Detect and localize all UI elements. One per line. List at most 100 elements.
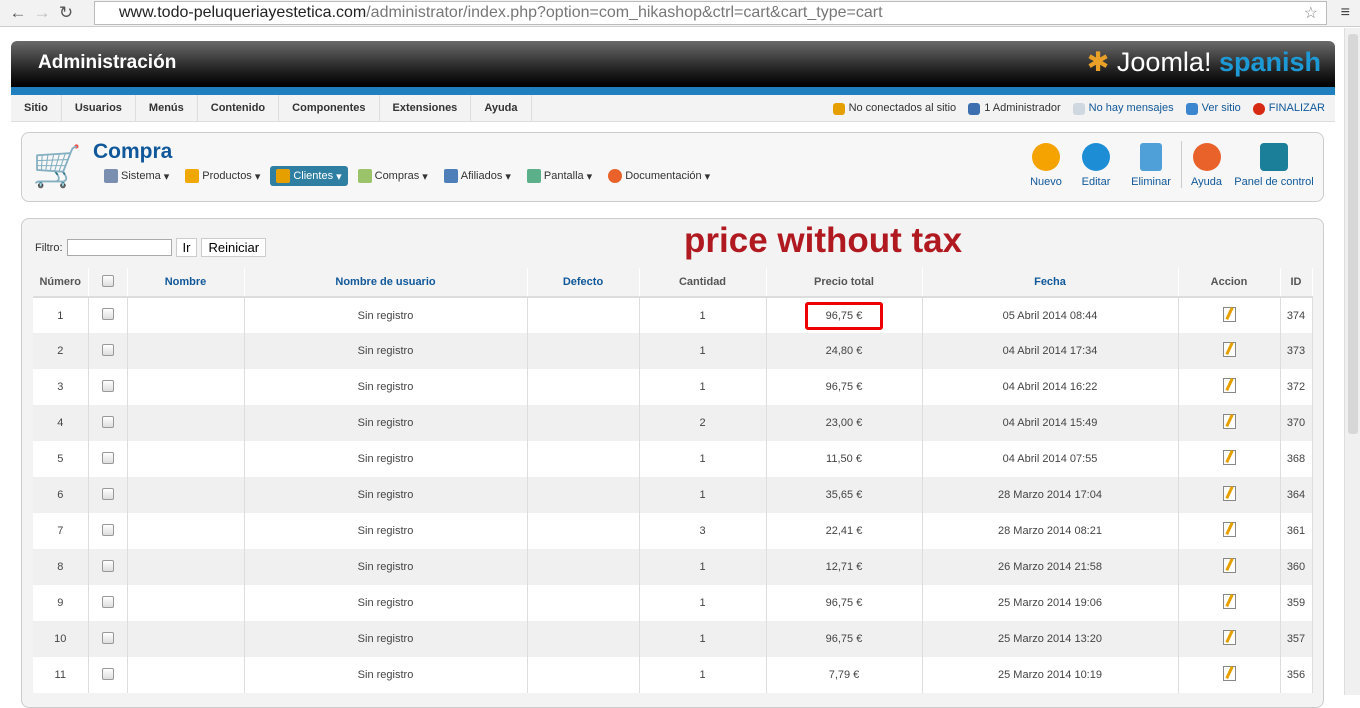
row-usuario: Sin registro <box>244 621 528 657</box>
row-checkbox[interactable] <box>101 559 114 572</box>
row-number: 5 <box>33 441 89 477</box>
admin-header: Administración ✱ Joomla! spanish <box>11 41 1335 95</box>
row-select[interactable] <box>88 441 128 477</box>
url-path: /administrator/index.php?option=com_hika… <box>366 4 883 21</box>
col-defecto[interactable]: Defecto <box>527 268 640 298</box>
new-label: Nuevo <box>1030 176 1062 188</box>
status-messages[interactable]: No hay mensajes <box>1072 102 1174 115</box>
edit-icon[interactable] <box>1222 594 1236 609</box>
row-select[interactable] <box>88 657 128 693</box>
select-all-checkbox[interactable] <box>101 274 114 287</box>
browser-toolbar: ← → ↻ www.todo-peluqueriayestetica.com/a… <box>0 0 1360 27</box>
edit-icon[interactable] <box>1222 342 1236 357</box>
submenu-documentacion[interactable]: Documentación ▾ <box>602 166 716 186</box>
menu-usuarios[interactable]: Usuarios <box>62 94 136 122</box>
scrollbar[interactable] <box>1344 28 1360 695</box>
filter-go-button[interactable]: Ir <box>175 238 198 257</box>
col-nombre[interactable]: Nombre <box>127 268 245 298</box>
logo-text: Joomla! <box>1116 47 1212 77</box>
edit-icon[interactable] <box>1222 486 1236 501</box>
submenu-sistema[interactable]: Sistema ▾ <box>98 166 175 186</box>
reload-icon[interactable]: ↻ <box>54 3 78 23</box>
edit-icon[interactable] <box>1222 414 1236 429</box>
edit-icon[interactable] <box>1222 558 1236 573</box>
row-checkbox[interactable] <box>101 523 114 536</box>
submenu-label: Compras <box>374 170 420 182</box>
row-checkbox[interactable] <box>101 451 114 464</box>
delete-button[interactable]: Eliminar <box>1121 141 1181 188</box>
row-select[interactable] <box>88 369 128 405</box>
row-checkbox[interactable] <box>101 308 114 320</box>
menu-contenido[interactable]: Contenido <box>198 94 280 122</box>
price: 23,00 € <box>825 417 863 429</box>
row-select[interactable] <box>88 477 128 513</box>
menu-componentes[interactable]: Componentes <box>279 94 380 122</box>
help-label: Ayuda <box>1191 176 1222 188</box>
address-bar[interactable]: www.todo-peluqueriayestetica.com/adminis… <box>94 1 1327 25</box>
submenu-compras[interactable]: Compras ▾ <box>352 166 434 186</box>
col-fecha[interactable]: Fecha <box>922 268 1179 298</box>
menu-extensiones[interactable]: Extensiones <box>380 94 472 122</box>
edit-icon[interactable] <box>1222 522 1236 537</box>
row-fecha: 28 Marzo 2014 17:04 <box>922 477 1179 513</box>
row-id: 360 <box>1280 549 1313 585</box>
row-select[interactable] <box>88 549 128 585</box>
logout-link[interactable]: FINALIZAR <box>1252 102 1325 115</box>
row-checkbox[interactable] <box>101 631 114 644</box>
edit-icon[interactable] <box>1222 306 1236 322</box>
row-checkbox[interactable] <box>101 379 114 392</box>
row-select[interactable] <box>88 405 128 441</box>
submenu-clientes[interactable]: Clientes ▾ <box>270 166 348 186</box>
status-admins: 1 Administrador <box>968 102 1061 115</box>
row-checkbox[interactable] <box>101 343 114 356</box>
row-checkbox[interactable] <box>101 415 114 428</box>
row-select[interactable] <box>88 333 128 369</box>
row-select[interactable] <box>88 513 128 549</box>
menu-ayuda[interactable]: Ayuda <box>471 94 532 122</box>
bookmark-star-icon[interactable]: ☆ <box>1304 3 1318 23</box>
help-button[interactable]: Ayuda <box>1181 141 1231 188</box>
browser-menu-icon[interactable]: ≡ <box>1341 4 1350 22</box>
menu-menus[interactable]: Menús <box>136 94 198 122</box>
submenu-pantalla[interactable]: Pantalla ▾ <box>521 166 598 186</box>
edit-icon[interactable] <box>1222 666 1236 681</box>
row-checkbox[interactable] <box>101 487 114 500</box>
row-precio: 96,75 € <box>766 585 923 621</box>
price: 96,75 € <box>825 381 863 393</box>
back-icon[interactable]: ← <box>6 3 30 23</box>
submenu-productos[interactable]: Productos ▾ <box>179 166 266 186</box>
table-row: 4 Sin registro 2 23,00 € 04 Abril 2014 15:49… <box>33 405 1313 441</box>
submenu-afiliados[interactable]: Afiliados ▾ <box>438 166 517 186</box>
affiliates-icon <box>443 169 458 183</box>
row-checkbox[interactable] <box>101 667 114 680</box>
joomla-logo: ✱ Joomla! spanish <box>1087 47 1321 78</box>
col-select-all[interactable] <box>88 268 128 298</box>
filter-input[interactable] <box>66 239 172 256</box>
row-select[interactable] <box>88 297 128 333</box>
edit-icon[interactable] <box>1222 450 1236 465</box>
row-checkbox[interactable] <box>101 595 114 608</box>
row-defecto <box>527 297 640 333</box>
row-precio: 22,41 € <box>766 513 923 549</box>
forward-icon[interactable]: → <box>30 3 54 23</box>
filter-reset-button[interactable]: Reiniciar <box>201 238 267 257</box>
col-precio: Precio total <box>766 268 923 298</box>
row-number: 1 <box>33 297 89 333</box>
row-select[interactable] <box>88 621 128 657</box>
url-domain: www.todo-peluqueriayestetica.com <box>119 4 367 21</box>
new-button[interactable]: Nuevo <box>1021 141 1071 188</box>
row-usuario: Sin registro <box>244 369 528 405</box>
row-select[interactable] <box>88 585 128 621</box>
col-usuario[interactable]: Nombre de usuario <box>244 268 528 298</box>
table-row: 8 Sin registro 1 12,71 € 26 Marzo 2014 21:58… <box>33 549 1313 585</box>
scrollbar-thumb[interactable] <box>1348 34 1358 434</box>
menu-sitio[interactable]: Sitio <box>11 94 62 122</box>
cart-list-panel: Filtro: Ir Reiniciar price without tax N… <box>21 218 1324 708</box>
edit-button[interactable]: Editar <box>1071 141 1121 188</box>
view-site-link[interactable]: Ver sitio <box>1185 102 1241 115</box>
edit-icon[interactable] <box>1222 630 1236 645</box>
price: 96,75 € <box>825 633 863 645</box>
edit-icon[interactable] <box>1222 378 1236 393</box>
delete-label: Eliminar <box>1131 176 1171 188</box>
control-panel-button[interactable]: Panel de control <box>1231 141 1317 188</box>
